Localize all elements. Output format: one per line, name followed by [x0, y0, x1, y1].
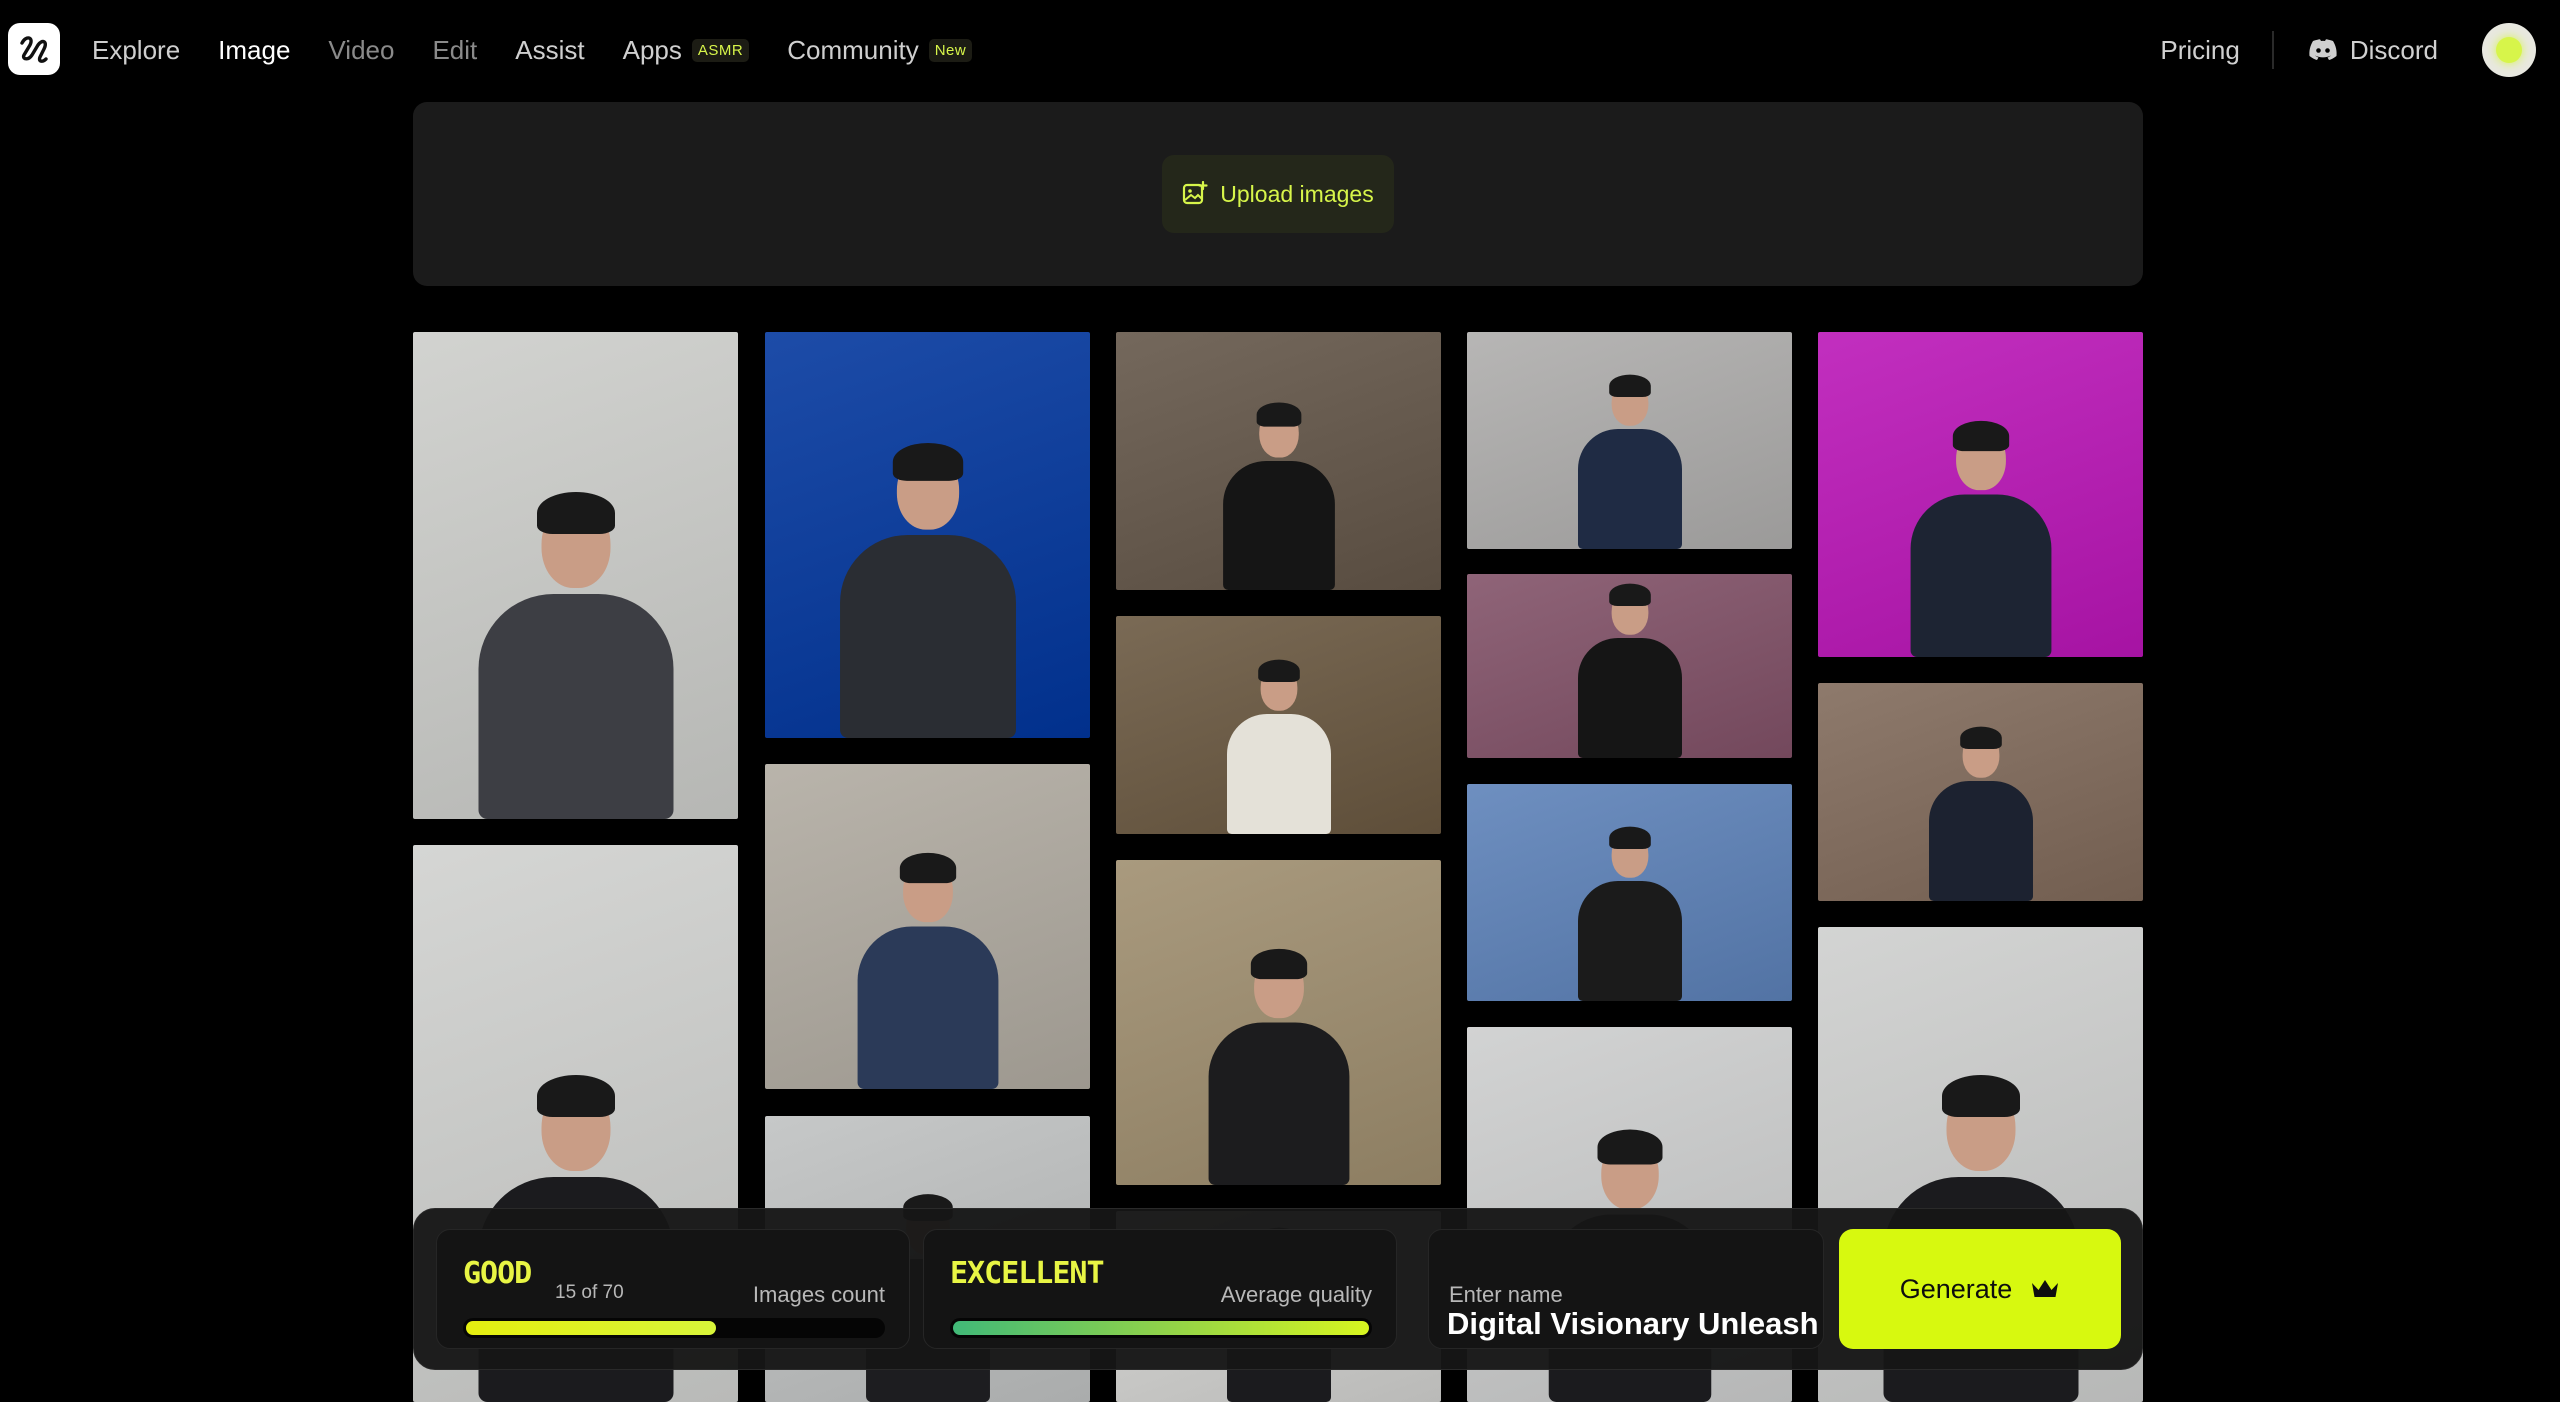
person-head [899, 852, 956, 923]
upload-panel: Upload images [413, 102, 2143, 286]
gallery-image[interactable] [765, 764, 1090, 1089]
person-head [1608, 826, 1651, 878]
nav-community-label: Community [787, 34, 919, 65]
person-silhouette [1577, 583, 1682, 758]
nav-apps-label: Apps [622, 34, 682, 65]
nav-assist[interactable]: Assist [515, 35, 584, 66]
gallery-image[interactable] [1467, 574, 1792, 758]
average-quality-label: Average quality [1220, 1282, 1372, 1307]
nav-explore[interactable]: Explore [92, 35, 180, 66]
person-silhouette [1928, 726, 2033, 901]
person-body [1226, 714, 1331, 834]
model-name-input[interactable] [1447, 1306, 1819, 1342]
images-count-value: 15 of 70 [555, 1282, 624, 1303]
average-quality-rating: EXCELLENT [950, 1256, 1105, 1291]
images-count-progress-fill [466, 1321, 716, 1335]
person-body [1910, 494, 2051, 657]
gallery-image[interactable] [1116, 332, 1441, 590]
nav-divider [2271, 31, 2274, 69]
person-body [1928, 781, 2033, 901]
person-head [1608, 374, 1651, 426]
nav-apps[interactable]: Apps ASMR [623, 35, 750, 66]
discord-link[interactable]: Discord [2308, 35, 2438, 66]
generate-button[interactable]: Generate [1839, 1229, 2121, 1349]
gallery-image[interactable] [1116, 860, 1441, 1185]
discord-icon [2309, 39, 2337, 60]
person-silhouette [1222, 402, 1335, 590]
person-head [1257, 659, 1300, 711]
person-head [1959, 726, 2002, 778]
person-body [1577, 429, 1682, 549]
gallery-image[interactable] [1467, 332, 1792, 549]
generate-label: Generate [1899, 1273, 2013, 1304]
nav-edit[interactable]: Edit [432, 35, 477, 66]
person-body [1577, 638, 1682, 758]
person-body [857, 926, 998, 1089]
generate-control-bar: GOOD 15 of 70 Images count EXCELLENT Ave… [413, 1208, 2143, 1370]
person-silhouette [1208, 948, 1349, 1185]
nav-assist-label: Assist [515, 34, 585, 65]
average-quality-meter: EXCELLENT Average quality [923, 1229, 1397, 1349]
model-name-field: Enter name [1428, 1229, 1824, 1349]
nav-video[interactable]: Video [328, 35, 394, 66]
gallery-image[interactable] [1818, 683, 2143, 901]
gallery-image[interactable] [413, 332, 738, 819]
nav-image[interactable]: Image [218, 35, 290, 66]
person-head [1597, 1129, 1662, 1210]
user-avatar[interactable] [2482, 23, 2536, 77]
person-body [1208, 1022, 1349, 1185]
right-nav: Pricing Discord [2160, 0, 2560, 100]
nav-image-label: Image [218, 34, 291, 65]
person-head [1250, 948, 1307, 1019]
person-body [1577, 881, 1682, 1001]
person-head [1256, 402, 1301, 458]
logo-icon [20, 36, 48, 63]
gallery-image[interactable] [1467, 784, 1792, 1001]
top-navigation: Explore Image Video Edit Assist Apps ASM… [0, 0, 2560, 100]
person-body [839, 535, 1016, 738]
images-count-progress-track [463, 1318, 885, 1338]
person-silhouette [1577, 374, 1682, 549]
person-silhouette [1577, 826, 1682, 1001]
nav-explore-label: Explore [92, 34, 181, 65]
person-body [478, 594, 673, 819]
new-tag: New [928, 38, 973, 62]
images-count-rating: GOOD [463, 1256, 532, 1291]
nav-edit-label: Edit [432, 34, 478, 65]
images-count-meter: GOOD 15 of 70 Images count [436, 1229, 910, 1349]
person-silhouette [1226, 659, 1331, 834]
gallery-image[interactable] [1116, 616, 1441, 834]
nav-community[interactable]: Community New [787, 34, 973, 66]
person-head [536, 1075, 615, 1171]
person-head [1941, 1075, 2020, 1171]
gallery-image[interactable] [1818, 332, 2143, 657]
model-name-label: Enter name [1449, 1282, 1563, 1307]
average-quality-progress-track [950, 1318, 1372, 1338]
app-logo[interactable] [8, 23, 60, 75]
images-count-label: Images count [752, 1282, 885, 1307]
person-silhouette [1910, 420, 2051, 657]
gallery-image[interactable] [765, 332, 1090, 738]
person-head [1608, 583, 1651, 635]
person-silhouette [839, 442, 1016, 738]
upload-images-button[interactable]: Upload images [1162, 155, 1394, 233]
discord-label: Discord [2349, 34, 2438, 65]
image-upload-icon [1183, 181, 1208, 205]
person-head [1952, 420, 2009, 491]
pricing-link[interactable]: Pricing [2160, 35, 2239, 66]
person-head [536, 492, 615, 588]
person-silhouette [857, 852, 998, 1089]
person-silhouette [478, 492, 673, 819]
main-nav: Explore Image Video Edit Assist Apps ASM… [92, 0, 973, 100]
asmr-tag: ASMR [691, 38, 750, 62]
person-head [892, 442, 963, 530]
avatar-glow [2496, 37, 2522, 63]
upload-images-label: Upload images [1220, 180, 1374, 207]
average-quality-progress-fill [953, 1321, 1369, 1335]
person-body [1222, 461, 1335, 590]
crown-icon [2032, 1280, 2059, 1297]
nav-video-label: Video [328, 34, 395, 65]
